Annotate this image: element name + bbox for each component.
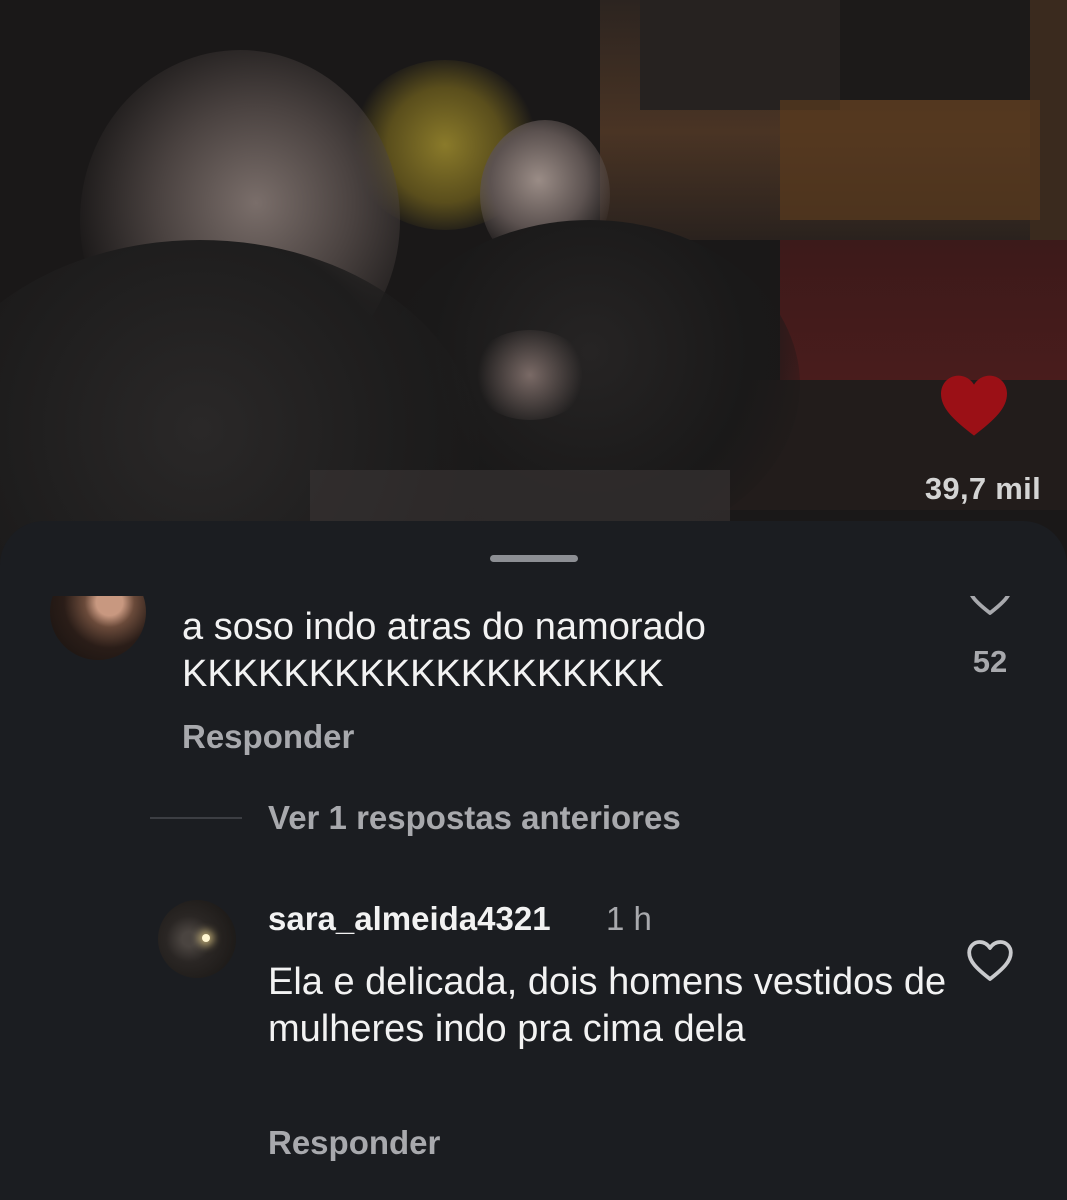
video-person-blob bbox=[470, 330, 590, 420]
video-like-count: 39,7 mil bbox=[924, 471, 1041, 506]
comment-text: Ela e delicada, dois homens vestidos de … bbox=[268, 961, 947, 1050]
reply-button[interactable]: Responder bbox=[182, 718, 354, 756]
video-player[interactable]: 39,7 mil bbox=[0, 0, 1067, 600]
reply-button[interactable]: Responder bbox=[268, 1124, 440, 1162]
heart-outline-icon bbox=[967, 940, 1013, 981]
thread-divider bbox=[150, 817, 242, 819]
comment-username[interactable]: sara_almeida4321 bbox=[268, 900, 551, 938]
avatar[interactable] bbox=[50, 596, 146, 660]
comments-sheet[interactable]: a soso indo atras do namorado KKKKKKKKKK… bbox=[0, 521, 1067, 1200]
view-previous-replies-button[interactable]: Ver 1 respostas anteriores bbox=[268, 799, 681, 837]
heart-outline-icon bbox=[970, 596, 1010, 615]
comment-like-button[interactable] bbox=[966, 596, 1014, 616]
comment-like-button[interactable] bbox=[966, 938, 1014, 982]
sheet-drag-handle[interactable] bbox=[490, 555, 578, 562]
video-background-shape bbox=[780, 240, 1067, 390]
comment-text: a soso indo atras do namorado KKKKKKKKKK… bbox=[182, 606, 706, 695]
video-background-shape bbox=[640, 0, 840, 110]
comment-timestamp: 1 h bbox=[606, 900, 652, 937]
video-like-button[interactable] bbox=[936, 372, 1012, 438]
heart-filled-icon bbox=[941, 375, 1007, 436]
comments-list[interactable]: a soso indo atras do namorado KKKKKKKKKK… bbox=[0, 596, 1067, 1200]
avatar[interactable] bbox=[158, 900, 236, 978]
video-background-shape bbox=[780, 100, 1040, 220]
comment-like-count: 52 bbox=[972, 644, 1008, 679]
avatar-light bbox=[202, 934, 210, 942]
video-background-shape bbox=[840, 0, 1030, 100]
